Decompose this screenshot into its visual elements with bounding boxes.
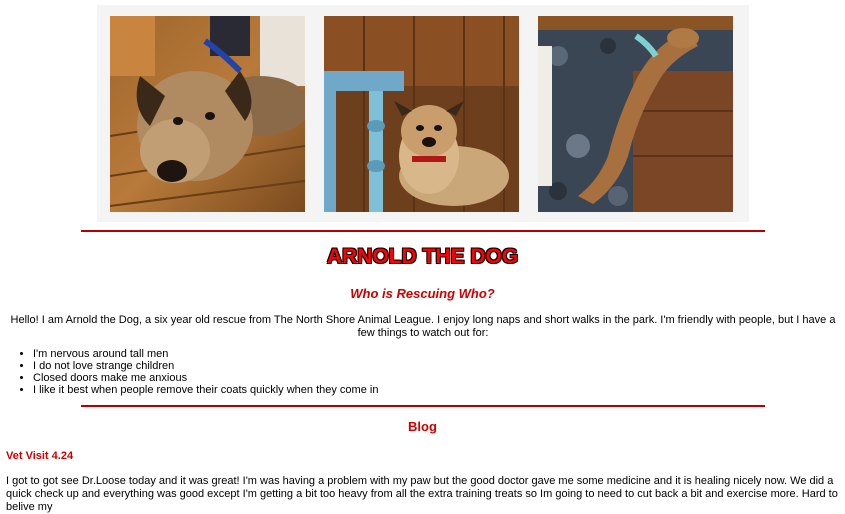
site-title: ARNOLD THE DOG [326,245,519,268]
list-item: I do not love strange children [33,360,378,372]
blog-post-title: Vet Visit 4.24 [6,450,74,462]
list-item: Closed doors make me anxious [33,372,378,384]
photo-arnold-on-floor [110,16,305,212]
photo-gallery [97,5,749,222]
photo-arnold-under-table [324,16,519,212]
blog-post-body: I got to got see Dr.Loose today and it w… [6,475,838,513]
watch-out-list: I'm nervous around tall men I do not lov… [8,348,378,396]
list-item: I'm nervous around tall men [33,348,378,360]
divider-top [81,230,765,232]
divider-blog [81,405,765,407]
intro-paragraph: Hello! I am Arnold the Dog, a six year o… [10,314,836,339]
blog-heading: Blog [408,419,437,434]
list-item: I like it best when people remove their … [33,384,378,396]
photo-arnold-on-rug [538,16,733,212]
site-subtitle: Who is Rescuing Who? [350,286,495,301]
